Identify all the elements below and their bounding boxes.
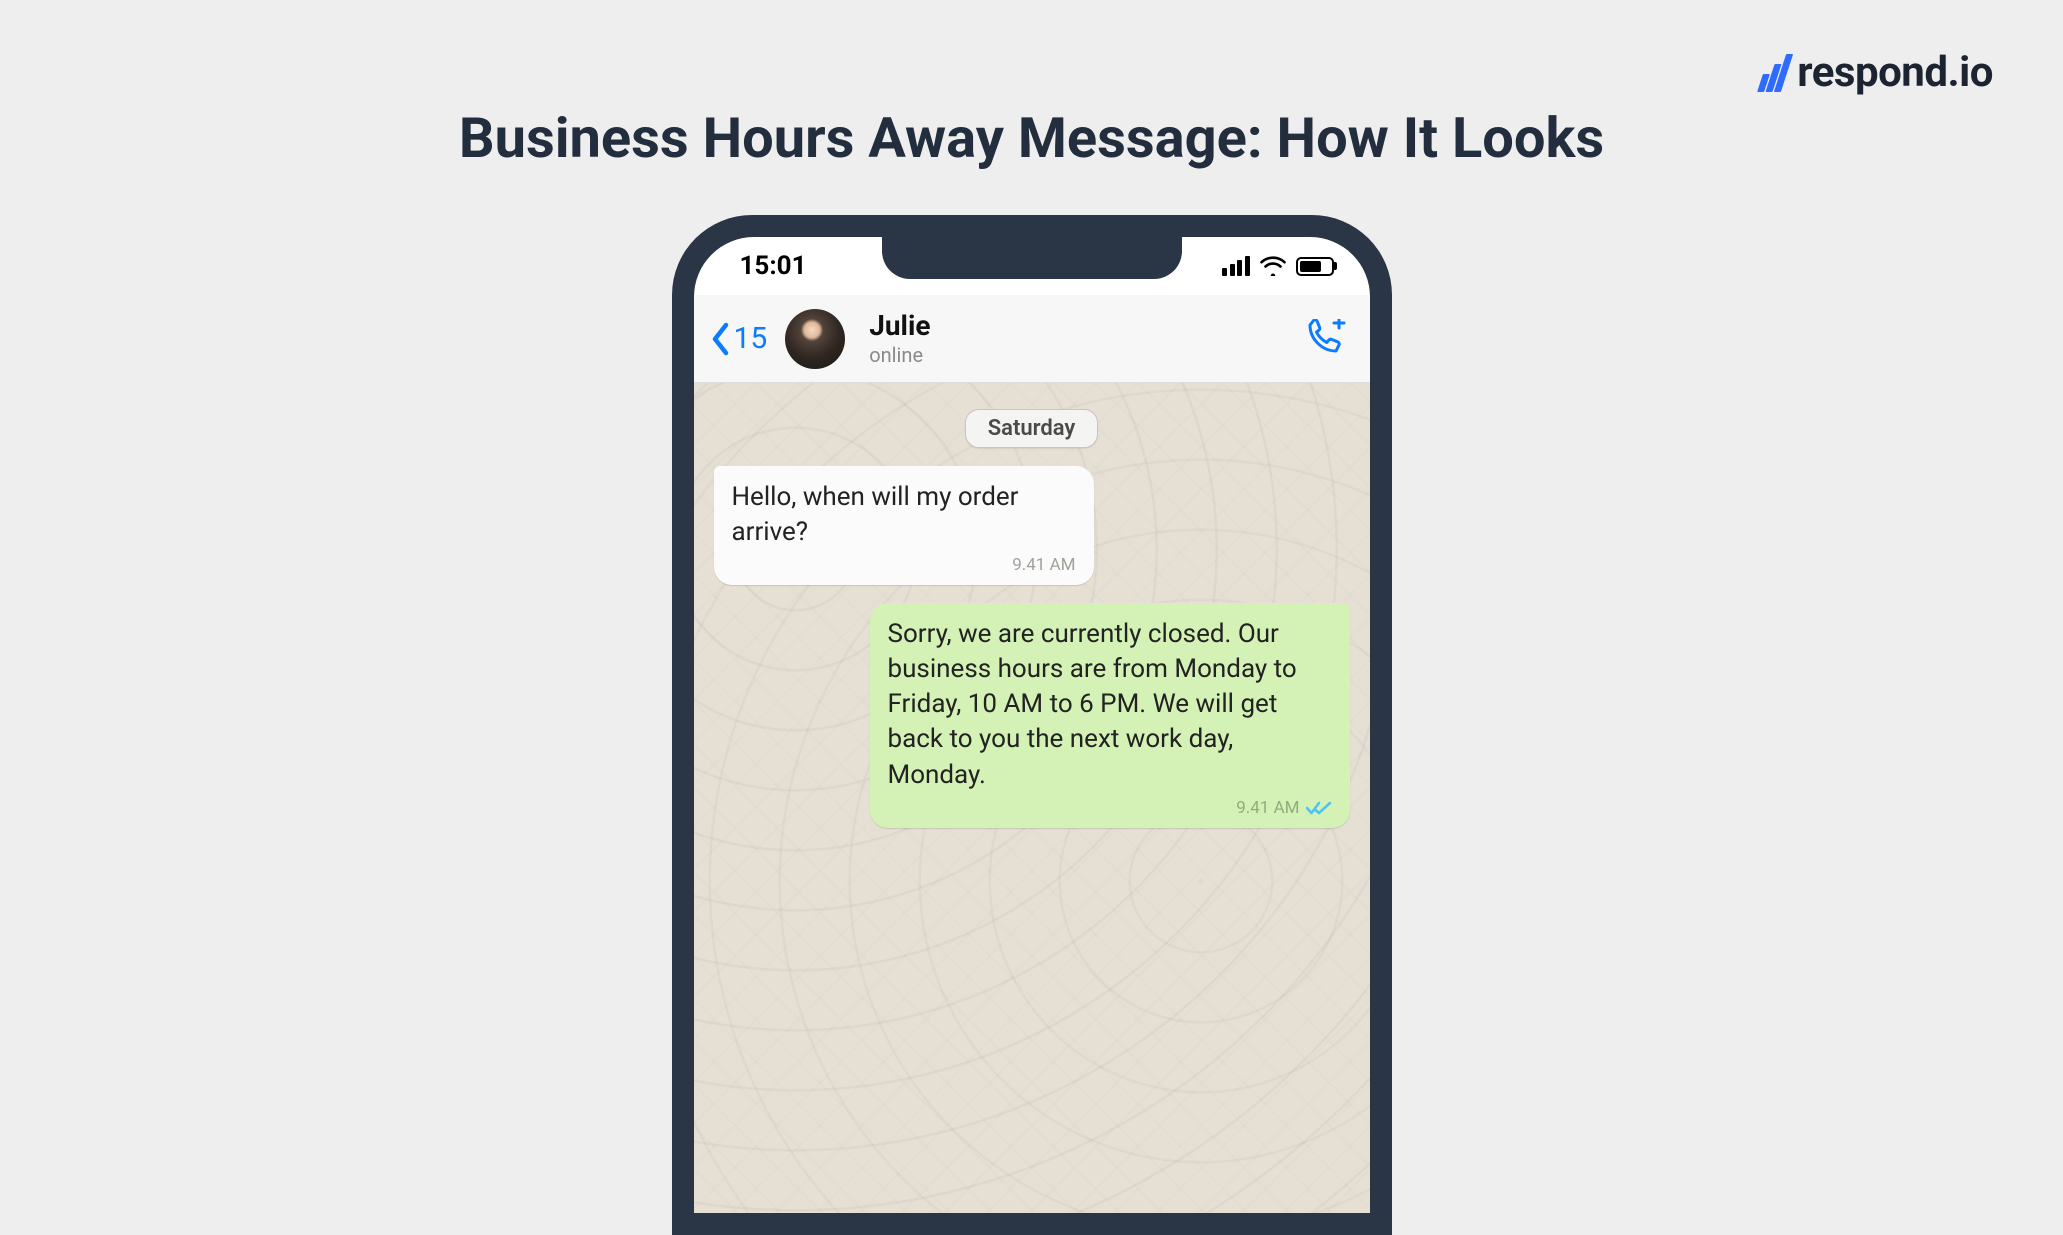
date-chip: Saturday xyxy=(965,409,1099,448)
message-time: 9.41 AM xyxy=(1236,797,1299,820)
message-incoming[interactable]: Hello, when will my order arrive? 9.41 A… xyxy=(714,466,1094,585)
status-indicators xyxy=(1222,256,1334,276)
phone-mockup: 15:01 xyxy=(672,215,1392,1235)
contact-status: online xyxy=(869,344,1291,366)
contact-info[interactable]: Julie online xyxy=(869,311,1291,366)
message-time: 9.41 AM xyxy=(1012,554,1075,577)
chat-header: 15 Julie online xyxy=(694,295,1370,383)
wifi-icon xyxy=(1260,256,1286,276)
message-meta: 9.41 AM xyxy=(888,797,1332,820)
contact-avatar[interactable] xyxy=(785,309,845,369)
battery-icon xyxy=(1296,257,1334,276)
cellular-signal-icon xyxy=(1222,256,1250,276)
chat-body[interactable]: Saturday Hello, when will my order arriv… xyxy=(694,383,1370,1213)
message-outgoing[interactable]: Sorry, we are currently closed. Our busi… xyxy=(870,603,1350,827)
phone-screen: 15:01 xyxy=(694,237,1370,1213)
page-title: Business Hours Away Message: How It Look… xyxy=(459,105,1604,171)
contact-name: Julie xyxy=(869,311,1291,342)
brand-logo-mark xyxy=(1760,54,1787,92)
chevron-left-icon xyxy=(710,321,732,357)
phone-notch xyxy=(882,237,1182,279)
brand-logo-text: respond.io xyxy=(1797,48,1993,97)
back-unread-count: 15 xyxy=(734,321,768,356)
read-receipt-icon xyxy=(1306,800,1332,816)
brand-logo: respond.io xyxy=(1760,48,1993,97)
back-button[interactable]: 15 xyxy=(710,321,768,357)
message-text: Sorry, we are currently closed. Our busi… xyxy=(888,617,1332,792)
call-button[interactable] xyxy=(1302,319,1346,359)
status-time: 15:01 xyxy=(740,251,807,281)
message-meta: 9.41 AM xyxy=(732,554,1076,577)
message-text: Hello, when will my order arrive? xyxy=(732,480,1076,550)
